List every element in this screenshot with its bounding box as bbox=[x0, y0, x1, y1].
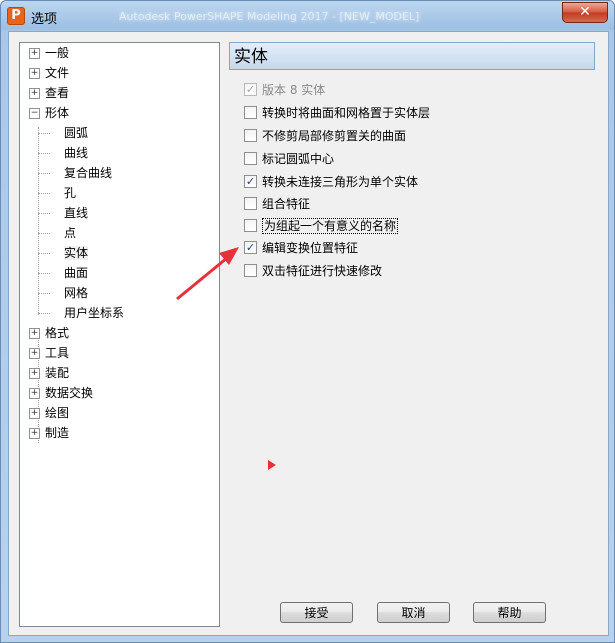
annotation-arrow-icon bbox=[176, 247, 239, 301]
options-dialog: P 选项 Autodesk PowerSHAPE Modeling 2017 -… bbox=[0, 0, 615, 643]
